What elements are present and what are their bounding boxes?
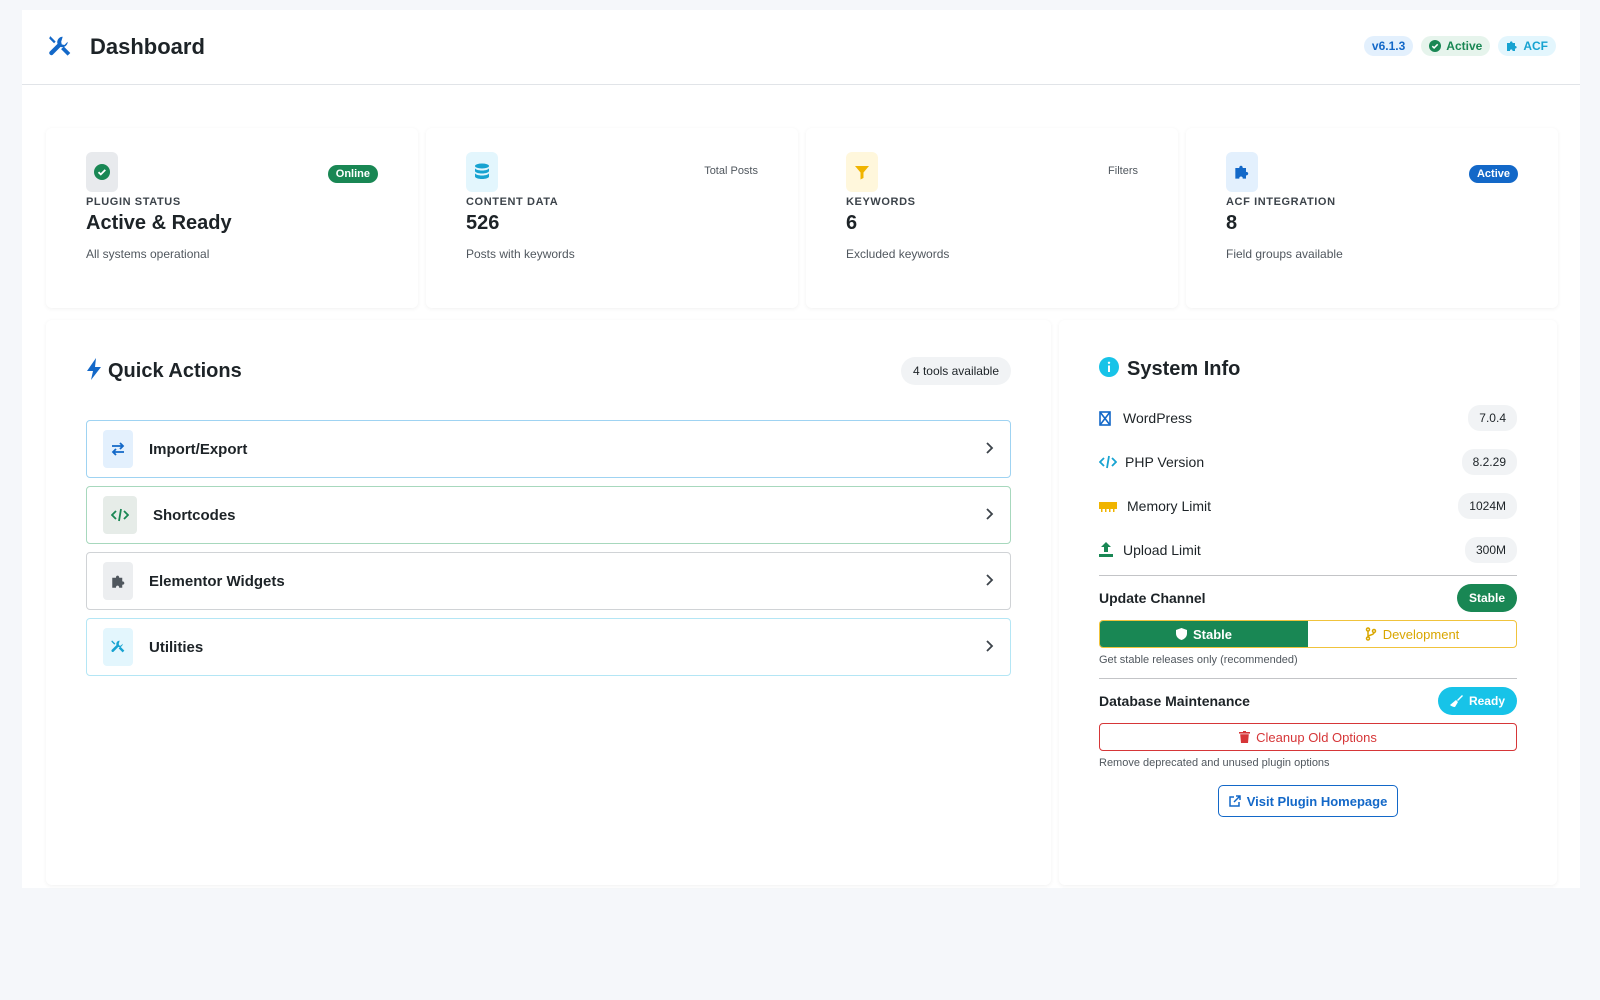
divider: [1099, 575, 1517, 576]
sysinfo-row-memory: Memory Limit 1024M: [1099, 484, 1517, 528]
sysinfo-value: 300M: [1464, 537, 1517, 563]
stat-card-plugin-status: Online PLUGIN STATUS Active & Ready All …: [46, 128, 418, 308]
db-maintenance-hint: Remove deprecated and unused plugin opti…: [1099, 757, 1330, 769]
sysinfo-name: Memory Limit: [1127, 498, 1212, 514]
stat-label: KEYWORDS: [846, 196, 916, 208]
online-badge: Online: [327, 165, 378, 183]
puzzle-icon: [1507, 41, 1517, 51]
arrows-exchange-icon: [103, 430, 133, 468]
upload-icon: [1099, 542, 1117, 558]
version-badge: v6.1.3: [1363, 36, 1414, 56]
quick-action-shortcodes[interactable]: Shortcodes: [86, 486, 1011, 544]
stat-card-keywords: Filters KEYWORDS 6 Excluded keywords: [806, 128, 1178, 308]
stat-sub: Excluded keywords: [846, 247, 950, 261]
quick-action-import-export[interactable]: Import/Export: [86, 420, 1011, 478]
chevron-right-icon: [984, 573, 994, 590]
stat-value: 8: [1226, 212, 1238, 234]
db-status-badge: Ready: [1437, 687, 1517, 715]
quick-actions-panel: Quick Actions 4 tools available Import/E…: [46, 320, 1051, 885]
total-posts-label: Total Posts: [704, 165, 758, 177]
quick-action-elementor-widgets[interactable]: Elementor Widgets: [86, 552, 1011, 610]
memory-icon: [1099, 500, 1117, 512]
page-header: Dashboard v6.1.3 Active ACF: [22, 10, 1580, 85]
external-link-icon: [1228, 795, 1241, 807]
update-channel-toggle: Stable Development: [1099, 620, 1517, 648]
quick-action-label: Shortcodes: [153, 506, 236, 524]
update-channel-title: Update Channel: [1099, 590, 1206, 606]
chevron-right-icon: [984, 441, 994, 458]
status-badge: Active: [1421, 36, 1491, 56]
stat-label: CONTENT DATA: [466, 196, 559, 208]
active-badge: Active: [1468, 165, 1518, 183]
sysinfo-value: 8.2.29: [1461, 449, 1517, 475]
quick-action-label: Utilities: [149, 638, 204, 656]
chevron-right-icon: [984, 507, 994, 524]
stat-label: PLUGIN STATUS: [86, 196, 181, 208]
page-title: Dashboard: [90, 34, 205, 59]
stat-value: 6: [846, 212, 858, 234]
tools-icon: [103, 628, 133, 666]
database-icon: [466, 152, 498, 192]
broom-icon: [1449, 694, 1463, 707]
tools-icon: [46, 33, 74, 61]
system-info-title: System Info: [1127, 357, 1241, 380]
integration-badge: ACF: [1498, 36, 1556, 56]
code-icon: [103, 496, 137, 534]
bolt-icon: [86, 357, 102, 385]
stat-value: 526: [466, 212, 500, 234]
trash-icon: [1239, 731, 1251, 743]
wordpress-icon: [1099, 410, 1117, 426]
stat-sub: Posts with keywords: [466, 247, 575, 261]
stat-label: ACF INTEGRATION: [1226, 196, 1336, 208]
check-circle-icon: [1429, 40, 1442, 52]
visit-plugin-homepage-button[interactable]: Visit Plugin Homepage: [1218, 785, 1398, 817]
sysinfo-value: 7.0.4: [1468, 405, 1517, 431]
sysinfo-name: Upload Limit: [1123, 542, 1201, 558]
stat-sub: Field groups available: [1226, 247, 1343, 261]
filters-label: Filters: [1108, 165, 1138, 177]
sysinfo-row-php: PHP Version 8.2.29: [1099, 440, 1517, 484]
sysinfo-name: PHP Version: [1125, 454, 1205, 470]
sysinfo-value: 1024M: [1458, 493, 1517, 519]
tools-count-badge: 4 tools available: [900, 357, 1011, 385]
db-maintenance-title: Database Maintenance: [1099, 693, 1250, 709]
chevron-right-icon: [984, 639, 994, 656]
update-channel-hint: Get stable releases only (recommended): [1099, 654, 1298, 666]
sysinfo-row-wordpress: WordPress 7.0.4: [1099, 396, 1517, 440]
stat-card-acf-integration: Active ACF INTEGRATION 8 Field groups av…: [1186, 128, 1558, 308]
stat-sub: All systems operational: [86, 247, 210, 261]
quick-action-utilities[interactable]: Utilities: [86, 618, 1011, 676]
development-option-button[interactable]: Development: [1308, 621, 1516, 647]
stat-value: Active & Ready: [86, 212, 232, 234]
check-circle-icon: [86, 152, 118, 192]
sysinfo-name: WordPress: [1123, 410, 1192, 426]
quick-action-label: Elementor Widgets: [149, 572, 285, 590]
shield-icon: [1175, 628, 1187, 640]
filter-icon: [846, 152, 878, 192]
stat-card-content-data: Total Posts CONTENT DATA 526 Posts with …: [426, 128, 798, 308]
code-icon: [1099, 455, 1117, 469]
stable-option-button[interactable]: Stable: [1100, 621, 1308, 647]
puzzle-icon: [103, 562, 133, 600]
info-icon: [1099, 356, 1119, 382]
quick-actions-title: Quick Actions: [108, 359, 242, 382]
system-info-panel: System Info WordPress 7.0.4 PHP Version …: [1059, 320, 1557, 885]
channel-status-badge: Stable: [1456, 584, 1517, 612]
puzzle-icon: [1226, 152, 1258, 192]
divider: [1099, 678, 1517, 679]
cleanup-old-options-button[interactable]: Cleanup Old Options: [1099, 723, 1517, 751]
sysinfo-row-upload: Upload Limit 300M: [1099, 528, 1517, 572]
branch-icon: [1365, 627, 1376, 641]
quick-action-label: Import/Export: [149, 440, 248, 458]
